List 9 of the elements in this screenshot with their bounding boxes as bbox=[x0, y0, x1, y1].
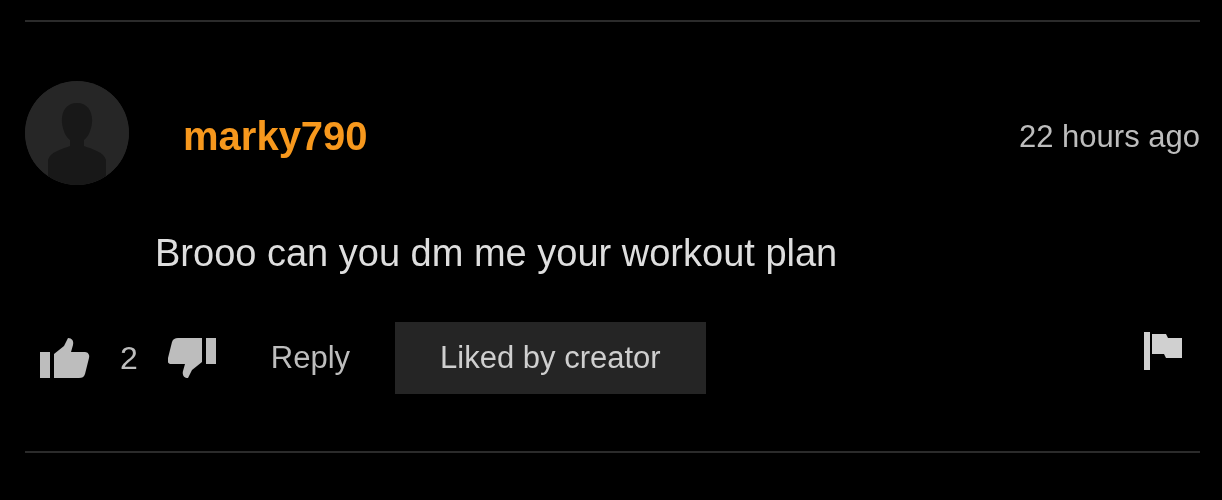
comment-text: Brooo can you dm me your workout plan bbox=[154, 231, 839, 276]
flag-icon[interactable] bbox=[1144, 332, 1182, 370]
thumbs-up-icon[interactable] bbox=[40, 338, 90, 378]
like-count: 2 bbox=[120, 339, 138, 378]
thumbs-down-icon[interactable] bbox=[167, 338, 216, 378]
liked-by-creator-badge: Liked by creator bbox=[395, 322, 706, 394]
reply-button[interactable]: Reply bbox=[270, 334, 351, 382]
timestamp: 22 hours ago bbox=[1019, 117, 1200, 156]
username[interactable]: marky790 bbox=[183, 106, 368, 166]
